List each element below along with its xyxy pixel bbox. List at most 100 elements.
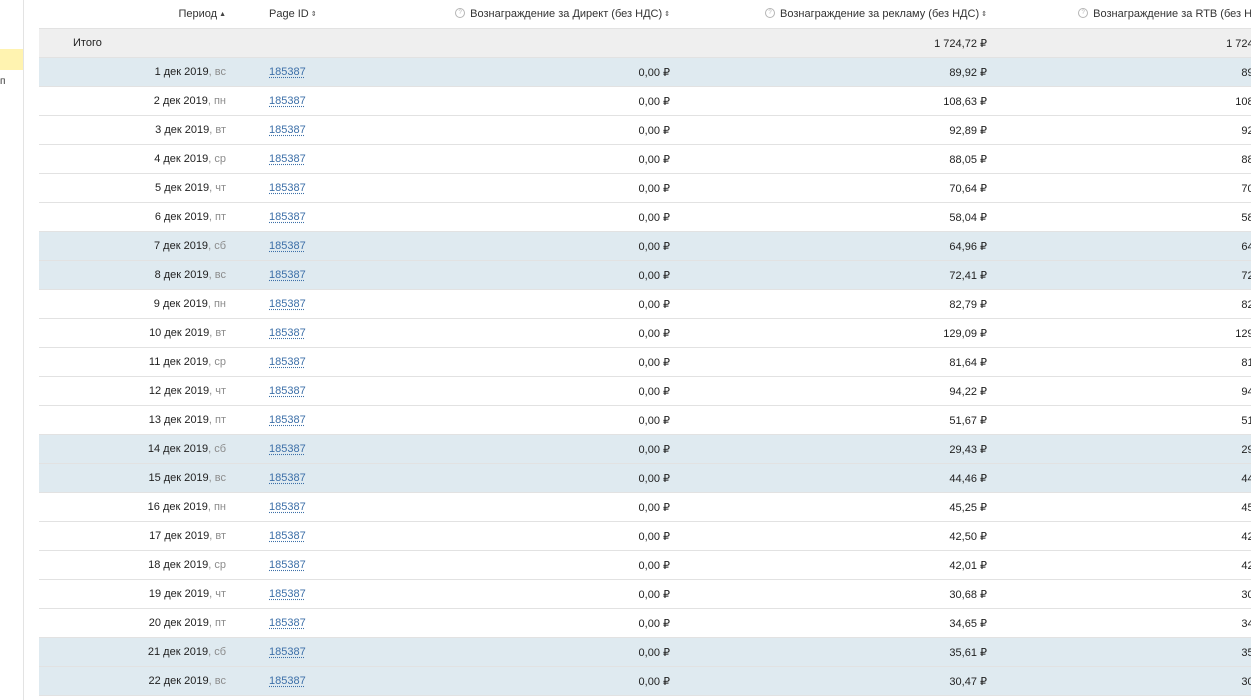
period-cell: 11 дек 2019, ср bbox=[39, 347, 232, 377]
sort-icon[interactable]: ⇕ bbox=[311, 11, 317, 18]
rtb-cell: 30,47 ₽ bbox=[987, 666, 1251, 696]
weekday-text: пт bbox=[215, 211, 226, 223]
table-row: 20 дек 2019, пт 185387 0,00 ₽ 34,65 ₽ 34… bbox=[39, 608, 1251, 638]
page-id-cell: 185387 bbox=[232, 231, 325, 261]
direct-cell: 0,00 ₽ bbox=[325, 347, 670, 377]
date-text: 4 дек 2019 bbox=[154, 153, 209, 165]
column-header-label: Вознаграждение за рекламу (без НДС) bbox=[780, 8, 980, 20]
ads-cell: 35,61 ₽ bbox=[670, 637, 987, 667]
page-id-link[interactable]: 185387 bbox=[269, 501, 306, 513]
page-id-link[interactable]: 185387 bbox=[269, 124, 306, 136]
column-header-label: Период bbox=[178, 8, 218, 20]
page-id-link[interactable]: 185387 bbox=[269, 443, 306, 455]
sort-asc-icon[interactable]: ▲ bbox=[219, 11, 226, 18]
help-icon[interactable]: ? bbox=[765, 8, 776, 18]
page-id-link[interactable]: 185387 bbox=[269, 356, 306, 368]
period-cell: 9 дек 2019, пн bbox=[39, 289, 232, 319]
rtb-cell: 30,68 ₽ bbox=[987, 579, 1251, 609]
weekday-text: пт bbox=[215, 617, 226, 629]
period-cell: 18 дек 2019, ср bbox=[39, 550, 232, 580]
rtb-cell: 70,64 ₽ bbox=[987, 173, 1251, 203]
rtb-cell: 35,61 ₽ bbox=[987, 637, 1251, 667]
page-id-link[interactable]: 185387 bbox=[269, 211, 306, 223]
page-id-link[interactable]: 185387 bbox=[269, 269, 306, 281]
weekday-text: вс bbox=[214, 675, 226, 687]
direct-cell: 0,00 ₽ bbox=[325, 231, 670, 261]
page-id-link[interactable]: 185387 bbox=[269, 385, 306, 397]
rtb-cell: 42,01 ₽ bbox=[987, 550, 1251, 580]
weekday-text: вс bbox=[214, 66, 226, 78]
page-id-link[interactable]: 185387 bbox=[269, 646, 306, 658]
page-id-link[interactable]: 185387 bbox=[269, 153, 306, 165]
ads-cell: 129,09 ₽ bbox=[670, 318, 987, 348]
direct-cell: 0,00 ₽ bbox=[325, 202, 670, 232]
total-label: Итого bbox=[39, 28, 232, 58]
rtb-cell: 72,41 ₽ bbox=[987, 260, 1251, 290]
period-cell: 14 дек 2019, сб bbox=[39, 434, 232, 464]
page-id-link[interactable]: 185387 bbox=[269, 472, 306, 484]
page-id-link[interactable]: 185387 bbox=[269, 240, 306, 252]
page-id-cell: 185387 bbox=[232, 86, 325, 116]
direct-cell: 0,00 ₽ bbox=[325, 637, 670, 667]
help-icon[interactable]: ? bbox=[455, 8, 466, 18]
page-id-link[interactable]: 185387 bbox=[269, 414, 306, 426]
date-text: 12 дек 2019 bbox=[148, 385, 210, 397]
help-icon[interactable]: ? bbox=[1078, 8, 1089, 18]
weekday-text: сб bbox=[214, 646, 226, 658]
column-header-period[interactable]: Период ▲ bbox=[39, 0, 232, 29]
page-id-cell: 185387 bbox=[232, 115, 325, 145]
ads-cell: 92,89 ₽ bbox=[670, 115, 987, 145]
sidebar-label-fragment: п bbox=[0, 76, 6, 87]
column-header-direct[interactable]: ? Вознаграждение за Директ (без НДС) ⇕ bbox=[325, 0, 670, 29]
page-id-link[interactable]: 185387 bbox=[269, 530, 306, 542]
column-header-label: Вознаграждение за RTB (без НДС) bbox=[1093, 8, 1251, 20]
rtb-cell: 81,64 ₽ bbox=[987, 347, 1251, 377]
page-id-link[interactable]: 185387 bbox=[269, 66, 306, 78]
weekday-text: вт bbox=[215, 327, 226, 339]
direct-cell: 0,00 ₽ bbox=[325, 57, 670, 87]
rtb-cell: 108,63 ₽ bbox=[987, 86, 1251, 116]
period-cell: 21 дек 2019, сб bbox=[39, 637, 232, 667]
column-header-page-id[interactable]: Page ID ⇕ bbox=[232, 0, 325, 29]
page-id-link[interactable]: 185387 bbox=[269, 617, 306, 629]
date-text: 3 дек 2019 bbox=[155, 124, 210, 136]
ads-cell: 64,96 ₽ bbox=[670, 231, 987, 261]
sort-icon[interactable]: ⇕ bbox=[664, 11, 670, 18]
direct-cell: 0,00 ₽ bbox=[325, 666, 670, 696]
sidebar-active-item[interactable] bbox=[0, 49, 23, 70]
page-id-link[interactable]: 185387 bbox=[269, 559, 306, 571]
date-text: 19 дек 2019 bbox=[148, 588, 210, 600]
column-header-rtb[interactable]: ?Вознаграждение за RTB (без НДС)⇕ bbox=[987, 0, 1251, 29]
date-text: 5 дек 2019 bbox=[155, 182, 210, 194]
ads-cell: 70,64 ₽ bbox=[670, 173, 987, 203]
date-text: 13 дек 2019 bbox=[148, 414, 209, 426]
ads-cell: 51,67 ₽ bbox=[670, 405, 987, 435]
date-text: 16 дек 2019 bbox=[147, 501, 208, 513]
page-id-cell: 185387 bbox=[232, 492, 325, 522]
rtb-cell: 45,25 ₽ bbox=[987, 492, 1251, 522]
weekday-text: пн bbox=[213, 298, 226, 310]
direct-cell: 0,00 ₽ bbox=[325, 318, 670, 348]
direct-cell: 0,00 ₽ bbox=[325, 492, 670, 522]
date-text: 2 дек 2019 bbox=[153, 95, 208, 107]
page-id-link[interactable]: 185387 bbox=[269, 95, 306, 107]
table-row: 15 дек 2019, вс 185387 0,00 ₽ 44,46 ₽ 44… bbox=[39, 463, 1251, 493]
page-id-link[interactable]: 185387 bbox=[269, 588, 306, 600]
sidebar: п bbox=[0, 0, 24, 700]
table-row: 9 дек 2019, пн 185387 0,00 ₽ 82,79 ₽ 82,… bbox=[39, 289, 1251, 319]
table-row: 19 дек 2019, чт 185387 0,00 ₽ 30,68 ₽ 30… bbox=[39, 579, 1251, 609]
table-row: 1 дек 2019, вс 185387 0,00 ₽ 89,92 ₽ 89,… bbox=[39, 57, 1251, 87]
page-id-link[interactable]: 185387 bbox=[269, 327, 306, 339]
column-header-ads[interactable]: ? Вознаграждение за рекламу (без НДС) ⇕ bbox=[670, 0, 987, 29]
page-id-link[interactable]: 185387 bbox=[269, 182, 306, 194]
stats-table: Период ▲ Page ID ⇕ ? Вознаграждение за Дире… bbox=[39, 0, 1251, 696]
table-row: 10 дек 2019, вт 185387 0,00 ₽ 129,09 ₽ 1… bbox=[39, 318, 1251, 348]
direct-cell: 0,00 ₽ bbox=[325, 463, 670, 493]
ads-cell: 42,50 ₽ bbox=[670, 521, 987, 551]
page-id-link[interactable]: 185387 bbox=[269, 298, 306, 310]
date-text: 9 дек 2019 bbox=[153, 298, 208, 310]
total-direct bbox=[325, 28, 670, 58]
sort-icon[interactable]: ⇕ bbox=[981, 11, 987, 18]
page-id-link[interactable]: 185387 bbox=[269, 675, 306, 687]
page-id-cell: 185387 bbox=[232, 405, 325, 435]
